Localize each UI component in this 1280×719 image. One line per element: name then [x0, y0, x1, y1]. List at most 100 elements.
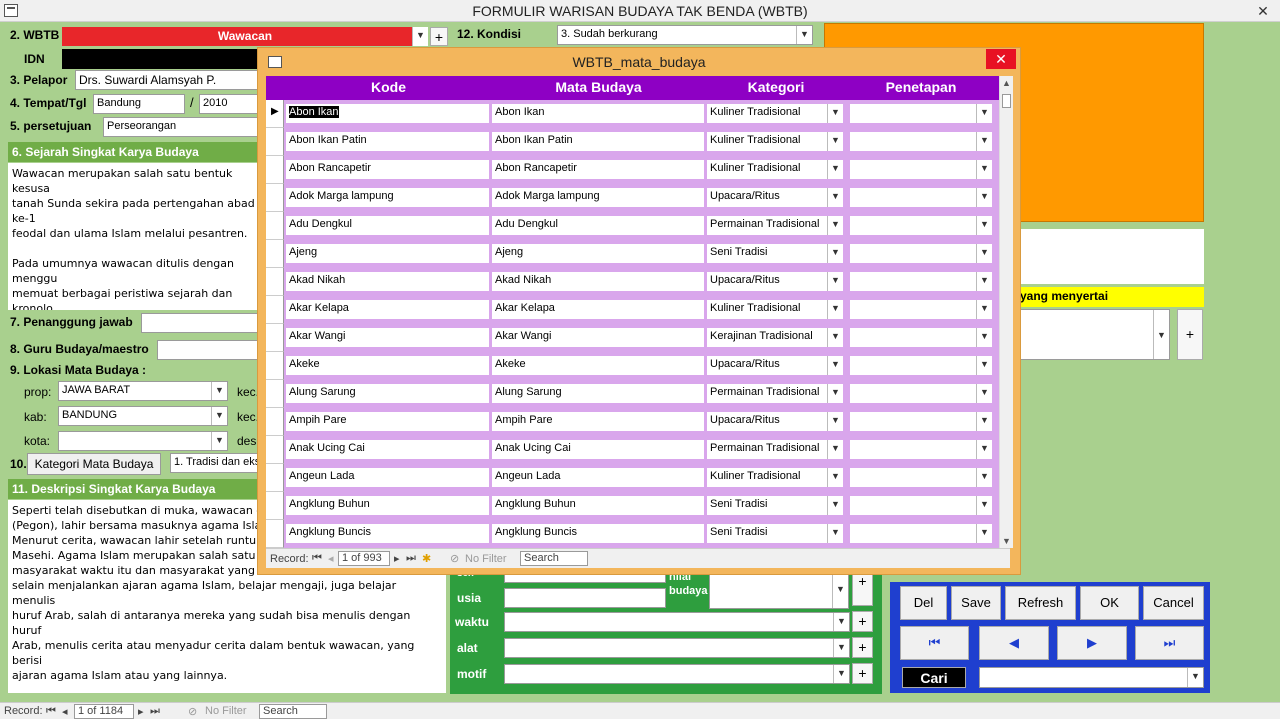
column-header-kategori[interactable]: Kategori — [706, 79, 846, 95]
cell-kategori[interactable]: Seni Tradisi ▼ — [707, 496, 843, 515]
table-row[interactable]: Abon Rancapetir Abon Rancapetir Kuliner Tr… — [266, 156, 999, 184]
record-selector[interactable] — [266, 492, 284, 520]
record-selector[interactable] — [266, 296, 284, 324]
prev-record-icon[interactable]: ◀ — [979, 626, 1049, 660]
table-row[interactable]: Angklung Buncis Angklung Buncis Seni Tradi… — [266, 520, 999, 548]
cell-kategori[interactable]: Seni Tradisi ▼ — [707, 524, 843, 543]
sejarah-text[interactable]: Wawacan merupakan salah satu bentuk kesu… — [8, 163, 262, 310]
new-record-icon[interactable]: ✱ — [422, 552, 431, 565]
cell-kategori[interactable]: Upacara/Ritus ▼ — [707, 412, 843, 431]
record-selector[interactable] — [266, 436, 284, 464]
del-button[interactable]: Del — [900, 586, 947, 620]
cell-kode[interactable]: Abon Rancapetir — [286, 160, 489, 179]
kota-select[interactable]: ▼ — [58, 431, 228, 451]
tempat-field[interactable]: Bandung — [93, 94, 185, 114]
cell-kategori[interactable]: Kuliner Tradisional ▼ — [707, 104, 843, 123]
cell-kategori[interactable]: Permainan Tradisional ▼ — [707, 384, 843, 403]
chevron-down-icon[interactable]: ▼ — [827, 216, 843, 235]
penanggung-field[interactable] — [141, 313, 262, 333]
cell-penetapan[interactable]: ▼ — [850, 188, 992, 207]
cell-kode[interactable]: Akar Wangi — [286, 328, 489, 347]
usia-field[interactable] — [504, 588, 666, 608]
cell-kode[interactable]: Akad Nikah — [286, 272, 489, 291]
table-row[interactable]: Angklung Buhun Angklung Buhun Seni Tradisi… — [266, 492, 999, 520]
chevron-down-icon[interactable]: ▼ — [833, 639, 849, 657]
last-record-icon[interactable]: ⏭ — [1135, 626, 1204, 660]
cell-kategori[interactable]: Seni Tradisi ▼ — [707, 244, 843, 263]
cell-mata-budaya[interactable]: Ajeng — [492, 244, 704, 263]
chevron-down-icon[interactable]: ▼ — [976, 412, 992, 431]
chevron-down-icon[interactable]: ▼ — [976, 356, 992, 375]
cell-penetapan[interactable]: ▼ — [850, 160, 992, 179]
cell-kategori[interactable]: Permainan Tradisional ▼ — [707, 216, 843, 235]
record-position[interactable]: 1 of 1184 — [74, 704, 134, 719]
guru-field[interactable] — [157, 340, 262, 360]
cell-penetapan[interactable]: ▼ — [850, 356, 992, 375]
chevron-down-icon[interactable]: ▼ — [827, 356, 843, 375]
filter-status[interactable]: No Filter — [205, 705, 247, 717]
cell-mata-budaya[interactable]: Angklung Buncis — [492, 524, 704, 543]
chevron-down-icon[interactable]: ▼ — [796, 26, 812, 44]
cell-kategori[interactable]: Kerajinan Tradisional ▼ — [707, 328, 843, 347]
cell-kode[interactable]: Adok Marga lampung — [286, 188, 489, 207]
chevron-down-icon[interactable]: ▼ — [976, 468, 992, 487]
add-menyertai-button[interactable]: + — [1177, 309, 1203, 360]
cell-kategori[interactable]: Kuliner Tradisional ▼ — [707, 468, 843, 487]
chevron-down-icon[interactable]: ▼ — [827, 132, 843, 151]
persetujuan-field[interactable]: Perseorangan — [103, 117, 262, 137]
cell-mata-budaya[interactable]: Abon Ikan — [492, 104, 704, 123]
column-header-penetapan[interactable]: Penetapan — [846, 79, 996, 95]
chevron-down-icon[interactable]: ▼ — [976, 496, 992, 515]
idn-field[interactable] — [62, 49, 262, 69]
cell-kode[interactable]: Adu Dengkul — [286, 216, 489, 235]
scroll-up-icon[interactable]: ▲ — [1002, 78, 1011, 88]
record-selector[interactable] — [266, 408, 284, 436]
table-row[interactable]: Akeke Akeke Upacara/Ritus ▼ ▼ — [266, 352, 999, 380]
cell-mata-budaya[interactable]: Abon Ikan Patin — [492, 132, 704, 151]
prev-record-icon[interactable]: ◂ — [328, 552, 334, 565]
record-selector[interactable] — [266, 156, 284, 184]
cell-kode[interactable]: Angklung Buhun — [286, 496, 489, 515]
vertical-scrollbar[interactable]: ▲ ▼ — [999, 76, 1013, 548]
cell-kategori[interactable]: Permainan Tradisional ▼ — [707, 440, 843, 459]
add-nilai-button[interactable]: + — [852, 570, 873, 606]
cell-kode[interactable]: Alung Sarung — [286, 384, 489, 403]
cell-penetapan[interactable]: ▼ — [850, 104, 992, 123]
menyertai-select[interactable]: ▼ — [1020, 309, 1170, 360]
chevron-down-icon[interactable]: ▼ — [827, 188, 843, 207]
chevron-down-icon[interactable]: ▼ — [827, 328, 843, 347]
table-row[interactable]: Akad Nikah Akad Nikah Upacara/Ritus ▼ ▼ — [266, 268, 999, 296]
add-wbtb-button[interactable]: + — [430, 27, 448, 46]
chevron-down-icon[interactable]: ▼ — [827, 300, 843, 319]
scroll-down-icon[interactable]: ▼ — [1002, 536, 1011, 546]
cell-kode[interactable]: Angeun Lada — [286, 468, 489, 487]
chevron-down-icon[interactable]: ▼ — [976, 272, 992, 291]
cell-kode[interactable]: Akar Kelapa — [286, 300, 489, 319]
cell-penetapan[interactable]: ▼ — [850, 300, 992, 319]
search-input[interactable]: Search — [259, 704, 327, 719]
last-record-icon[interactable]: ⏭ — [406, 552, 416, 565]
record-selector[interactable]: ▶ — [266, 100, 284, 128]
chevron-down-icon[interactable]: ▼ — [976, 244, 992, 263]
table-row[interactable]: Ampih Pare Ampih Pare Upacara/Ritus ▼ ▼ — [266, 408, 999, 436]
chevron-down-icon[interactable]: ▼ — [827, 272, 843, 291]
cell-kategori[interactable]: Kuliner Tradisional ▼ — [707, 160, 843, 179]
record-selector[interactable] — [266, 380, 284, 408]
cell-penetapan[interactable]: ▼ — [850, 244, 992, 263]
chevron-down-icon[interactable]: ▼ — [976, 160, 992, 179]
cell-kode[interactable]: Abon Ikan Patin — [286, 132, 489, 151]
chevron-down-icon[interactable]: ▼ — [976, 216, 992, 235]
first-record-icon[interactable]: ⏮ — [312, 552, 322, 565]
next-record-icon[interactable]: ▸ — [394, 552, 400, 565]
column-header-mata-budaya[interactable]: Mata Budaya — [491, 79, 706, 95]
cell-kode[interactable]: Ajeng — [286, 244, 489, 263]
table-row[interactable]: Ajeng Ajeng Seni Tradisi ▼ ▼ — [266, 240, 999, 268]
cell-mata-budaya[interactable]: Angeun Lada — [492, 468, 704, 487]
chevron-down-icon[interactable]: ▼ — [827, 524, 843, 543]
chevron-down-icon[interactable]: ▼ — [976, 440, 992, 459]
motif-select[interactable]: ▼ — [504, 664, 850, 684]
kategori-field[interactable]: 1. Tradisi dan eksp — [170, 453, 262, 473]
cell-penetapan[interactable]: ▼ — [850, 272, 992, 291]
chevron-down-icon[interactable]: ▼ — [827, 496, 843, 515]
add-motif-button[interactable]: + — [852, 663, 873, 684]
